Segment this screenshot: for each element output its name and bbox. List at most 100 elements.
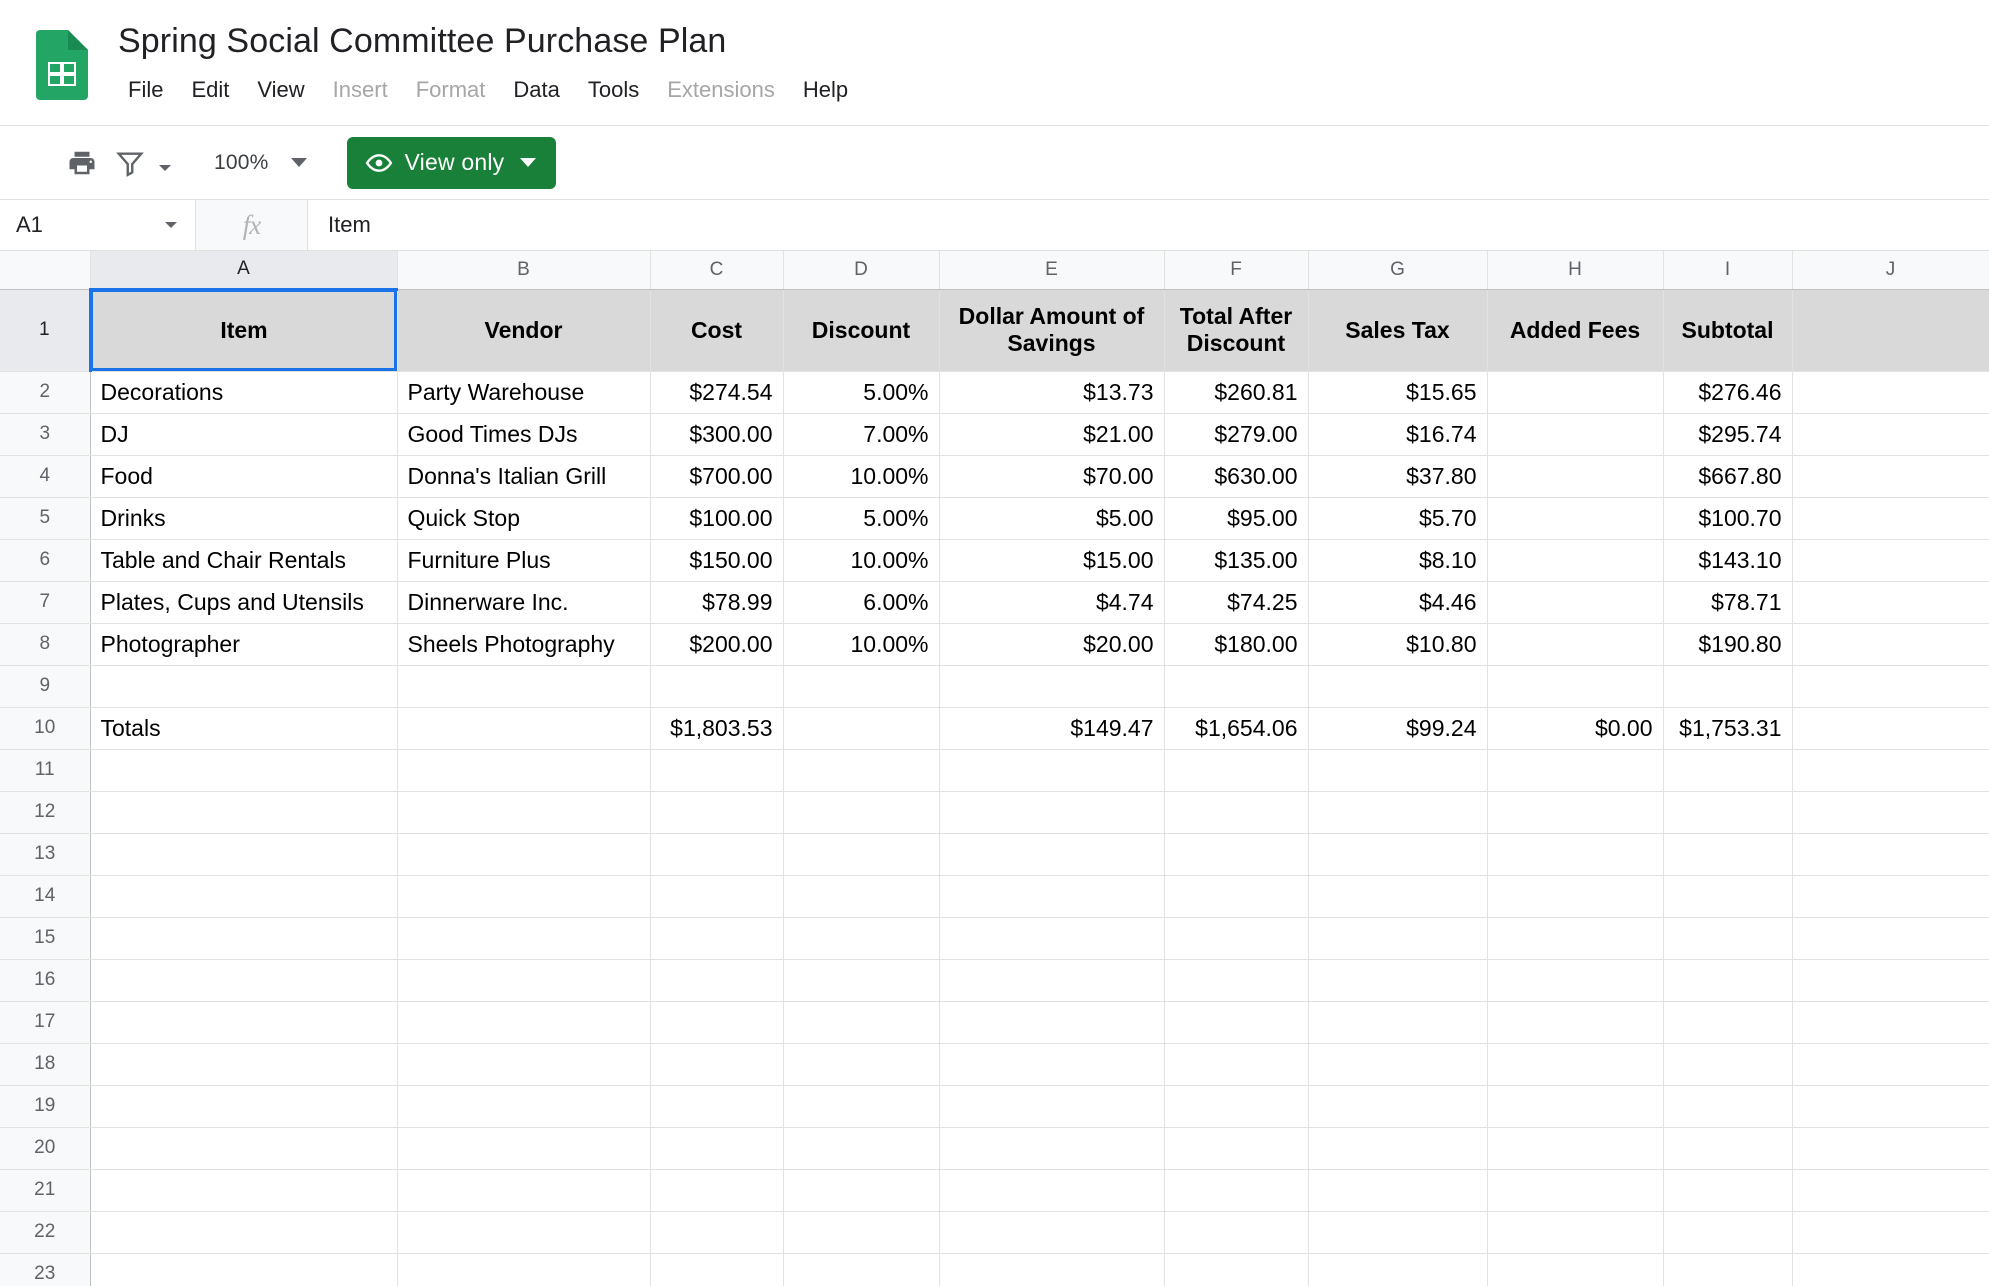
cell-g9[interactable] — [1308, 665, 1488, 708]
cell-c19[interactable] — [650, 1085, 784, 1128]
cell-a4[interactable]: Food — [90, 455, 398, 498]
cell-h22[interactable] — [1487, 1211, 1664, 1254]
column-header-d[interactable]: D — [783, 251, 940, 290]
cell-h11[interactable] — [1487, 749, 1664, 792]
cell-h12[interactable] — [1487, 791, 1664, 834]
cell-d7[interactable]: 6.00% — [783, 581, 940, 624]
cell-d21[interactable] — [783, 1169, 940, 1212]
cell-e4[interactable]: $70.00 — [939, 455, 1165, 498]
column-header-g[interactable]: G — [1308, 251, 1488, 290]
column-header-f[interactable]: F — [1164, 251, 1309, 290]
cell-i16[interactable] — [1663, 959, 1793, 1002]
cell-j1[interactable] — [1792, 289, 1989, 372]
cell-i5[interactable]: $100.70 — [1663, 497, 1793, 540]
cell-g2[interactable]: $15.65 — [1308, 371, 1488, 414]
cell-b9[interactable] — [397, 665, 651, 708]
cell-b22[interactable] — [397, 1211, 651, 1254]
cell-a3[interactable]: DJ — [90, 413, 398, 456]
cell-a12[interactable] — [90, 791, 398, 834]
cell-f14[interactable] — [1164, 875, 1309, 918]
cell-f23[interactable] — [1164, 1253, 1309, 1286]
cell-b20[interactable] — [397, 1127, 651, 1170]
cell-f21[interactable] — [1164, 1169, 1309, 1212]
cell-d9[interactable] — [783, 665, 940, 708]
cell-d12[interactable] — [783, 791, 940, 834]
cell-a13[interactable] — [90, 833, 398, 876]
cell-c9[interactable] — [650, 665, 784, 708]
cell-i18[interactable] — [1663, 1043, 1793, 1086]
cell-h16[interactable] — [1487, 959, 1664, 1002]
cell-c7[interactable]: $78.99 — [650, 581, 784, 624]
menu-item-tools[interactable]: Tools — [574, 70, 653, 110]
cell-b16[interactable] — [397, 959, 651, 1002]
cell-c22[interactable] — [650, 1211, 784, 1254]
cell-d20[interactable] — [783, 1127, 940, 1170]
cell-f4[interactable]: $630.00 — [1164, 455, 1309, 498]
menu-item-edit[interactable]: Edit — [177, 70, 243, 110]
cell-e10[interactable]: $149.47 — [939, 707, 1165, 750]
cell-e11[interactable] — [939, 749, 1165, 792]
cell-e22[interactable] — [939, 1211, 1165, 1254]
cell-h14[interactable] — [1487, 875, 1664, 918]
cell-g19[interactable] — [1308, 1085, 1488, 1128]
cell-g20[interactable] — [1308, 1127, 1488, 1170]
cell-j3[interactable] — [1792, 413, 1989, 456]
document-title[interactable]: Spring Social Committee Purchase Plan — [116, 14, 862, 62]
cell-h7[interactable] — [1487, 581, 1664, 624]
cell-d16[interactable] — [783, 959, 940, 1002]
cell-e9[interactable] — [939, 665, 1165, 708]
cell-c14[interactable] — [650, 875, 784, 918]
cell-c16[interactable] — [650, 959, 784, 1002]
cell-f22[interactable] — [1164, 1211, 1309, 1254]
cell-b3[interactable]: Good Times DJs — [397, 413, 651, 456]
cell-g6[interactable]: $8.10 — [1308, 539, 1488, 582]
row-header-23[interactable]: 23 — [0, 1253, 91, 1286]
cell-g21[interactable] — [1308, 1169, 1488, 1212]
cell-a6[interactable]: Table and Chair Rentals — [90, 539, 398, 582]
zoom-control[interactable]: 100% — [202, 139, 321, 187]
cell-c15[interactable] — [650, 917, 784, 960]
cell-a8[interactable]: Photographer — [90, 623, 398, 666]
cell-i14[interactable] — [1663, 875, 1793, 918]
cell-d13[interactable] — [783, 833, 940, 876]
cell-b12[interactable] — [397, 791, 651, 834]
cell-j5[interactable] — [1792, 497, 1989, 540]
cell-g18[interactable] — [1308, 1043, 1488, 1086]
cell-j12[interactable] — [1792, 791, 1989, 834]
cell-c4[interactable]: $700.00 — [650, 455, 784, 498]
cell-h19[interactable] — [1487, 1085, 1664, 1128]
cell-e20[interactable] — [939, 1127, 1165, 1170]
cell-f12[interactable] — [1164, 791, 1309, 834]
cell-a9[interactable] — [90, 665, 398, 708]
cell-j17[interactable] — [1792, 1001, 1989, 1044]
cell-a20[interactable] — [90, 1127, 398, 1170]
cell-d11[interactable] — [783, 749, 940, 792]
cell-c18[interactable] — [650, 1043, 784, 1086]
cell-g4[interactable]: $37.80 — [1308, 455, 1488, 498]
cell-f3[interactable]: $279.00 — [1164, 413, 1309, 456]
cell-e8[interactable]: $20.00 — [939, 623, 1165, 666]
cell-g12[interactable] — [1308, 791, 1488, 834]
cell-a17[interactable] — [90, 1001, 398, 1044]
cell-a23[interactable] — [90, 1253, 398, 1286]
formula-input[interactable]: Item — [308, 200, 1989, 250]
cell-g15[interactable] — [1308, 917, 1488, 960]
row-header-5[interactable]: 5 — [0, 497, 91, 540]
cell-h23[interactable] — [1487, 1253, 1664, 1286]
cell-i10[interactable]: $1,753.31 — [1663, 707, 1793, 750]
cell-i12[interactable] — [1663, 791, 1793, 834]
cell-b10[interactable] — [397, 707, 651, 750]
row-header-18[interactable]: 18 — [0, 1043, 91, 1086]
cell-g5[interactable]: $5.70 — [1308, 497, 1488, 540]
cell-f2[interactable]: $260.81 — [1164, 371, 1309, 414]
cell-d18[interactable] — [783, 1043, 940, 1086]
select-all-corner[interactable] — [0, 251, 91, 290]
cell-b8[interactable]: Sheels Photography — [397, 623, 651, 666]
cell-g8[interactable]: $10.80 — [1308, 623, 1488, 666]
cell-j4[interactable] — [1792, 455, 1989, 498]
cell-a19[interactable] — [90, 1085, 398, 1128]
cell-g7[interactable]: $4.46 — [1308, 581, 1488, 624]
cell-c8[interactable]: $200.00 — [650, 623, 784, 666]
cell-f18[interactable] — [1164, 1043, 1309, 1086]
cell-j18[interactable] — [1792, 1043, 1989, 1086]
